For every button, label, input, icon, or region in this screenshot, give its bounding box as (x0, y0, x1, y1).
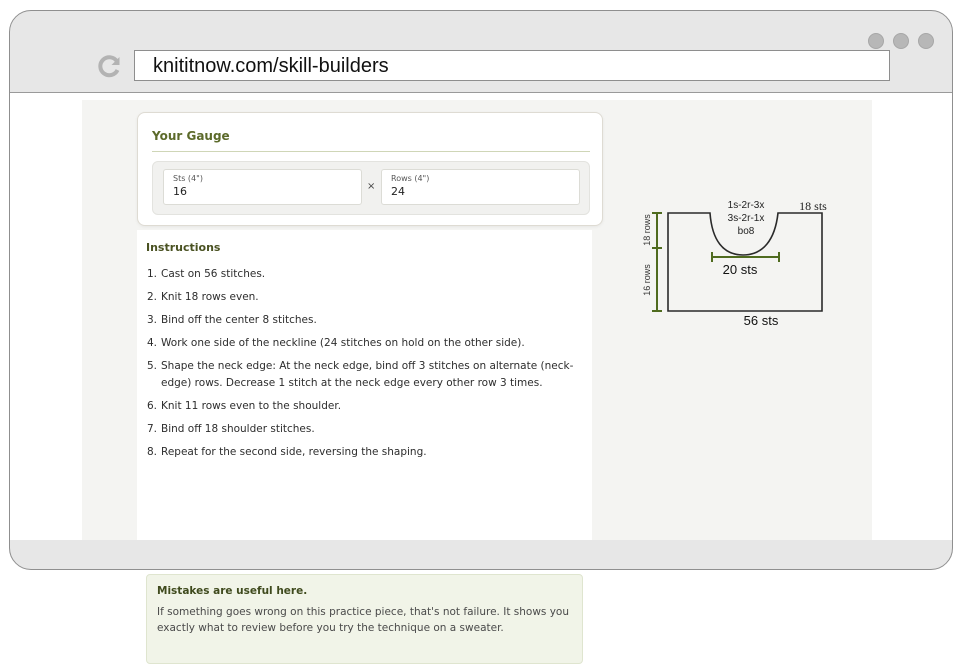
window-dot-1[interactable] (868, 33, 884, 49)
step-text: Knit 11 rows even to the shoulder. (161, 400, 342, 412)
instruction-step: 1. Cast on 56 stitches. (147, 266, 577, 283)
neck-shaping-line-2: 3s-2r-1x (728, 213, 765, 224)
window-dot-2[interactable] (893, 33, 909, 49)
gauge-title: Your Gauge (152, 129, 230, 143)
url-text: knititnow.com/skill-builders (153, 55, 389, 77)
stitches-field[interactable]: Sts (4") 16 (163, 169, 362, 205)
reload-icon[interactable] (98, 54, 122, 78)
tip-title: Mistakes are useful here. (157, 585, 308, 597)
tip-callout: Mistakes are useful here. If something g… (146, 574, 583, 664)
instruction-step: 7. Bind off 18 shoulder stitches. (147, 421, 577, 438)
neckline-schematic: 18 rows 16 rows 1s-2r-3x 3s-2r-1x bo8 18… (642, 199, 827, 328)
step-number: 8. (147, 446, 158, 458)
step-number: 4. (147, 337, 158, 349)
neck-width-label: 20 sts (723, 262, 758, 277)
step-text: Work one side of the neckline (24 stitch… (161, 337, 525, 349)
instruction-step: 8. Repeat for the second side, reversing … (147, 444, 577, 461)
gauge-card: Your Gauge Sts (4") 16 × Rows (4") 24 (137, 112, 603, 226)
stitches-label: Sts (4") (173, 174, 203, 183)
window-dot-3[interactable] (918, 33, 934, 49)
neck-shaping-line-3: bo8 (738, 226, 755, 237)
rows-field[interactable]: Rows (4") 24 (381, 169, 580, 205)
neck-shaping-line-1: 1s-2r-3x (728, 200, 765, 211)
gauge-separator: × (367, 181, 376, 192)
instruction-step: 4. Work one side of the neckline (24 stit… (147, 335, 577, 352)
step-number: 5. (147, 360, 158, 372)
step-number: 7. (147, 423, 158, 435)
shoulder-stitches-label: 18 sts (799, 199, 827, 213)
lower-rows-label: 16 rows (642, 264, 652, 296)
instruction-steps: 1. Cast on 56 stitches. 2. Knit 18 rows ev… (147, 266, 577, 467)
step-text: Cast on 56 stitches. (161, 268, 266, 280)
step-number: 2. (147, 291, 158, 303)
upper-rows-label: 18 rows (642, 214, 652, 246)
neck-width-measure (711, 252, 780, 262)
window-controls (868, 33, 934, 49)
step-text: Bind off the center 8 stitches. (161, 314, 317, 326)
step-text: Repeat for the second side, reversing th… (161, 446, 427, 458)
instruction-step: 3. Bind off the center 8 stitches. (147, 312, 577, 329)
row-brackets (652, 212, 662, 312)
bottom-stitches-label: 56 sts (744, 313, 779, 328)
instructions-title: Instructions (146, 241, 221, 254)
stitches-value: 16 (173, 185, 187, 198)
rows-label: Rows (4") (391, 174, 430, 183)
gauge-divider (152, 151, 590, 152)
step-number: 6. (147, 400, 158, 412)
instruction-step: 6. Knit 11 rows even to the shoulder. (147, 398, 577, 415)
step-text: Bind off 18 shoulder stitches. (161, 423, 315, 435)
rows-value: 24 (391, 185, 405, 198)
instruction-step: 5. Shape the neck edge: At the neck edge,… (147, 358, 577, 392)
step-text: Knit 18 rows even. (161, 291, 259, 303)
tip-text: If something goes wrong on this practice… (157, 606, 570, 634)
gauge-inputs: Sts (4") 16 × Rows (4") 24 (152, 161, 590, 215)
step-text: Shape the neck edge: At the neck edge, b… (161, 360, 574, 389)
step-number: 1. (147, 268, 158, 280)
instruction-step: 2. Knit 18 rows even. (147, 289, 577, 306)
address-bar[interactable]: knititnow.com/skill-builders (134, 50, 890, 81)
step-number: 3. (147, 314, 158, 326)
instructions-panel: Instructions 1. Cast on 56 stitches. 2. Kn… (137, 230, 592, 664)
